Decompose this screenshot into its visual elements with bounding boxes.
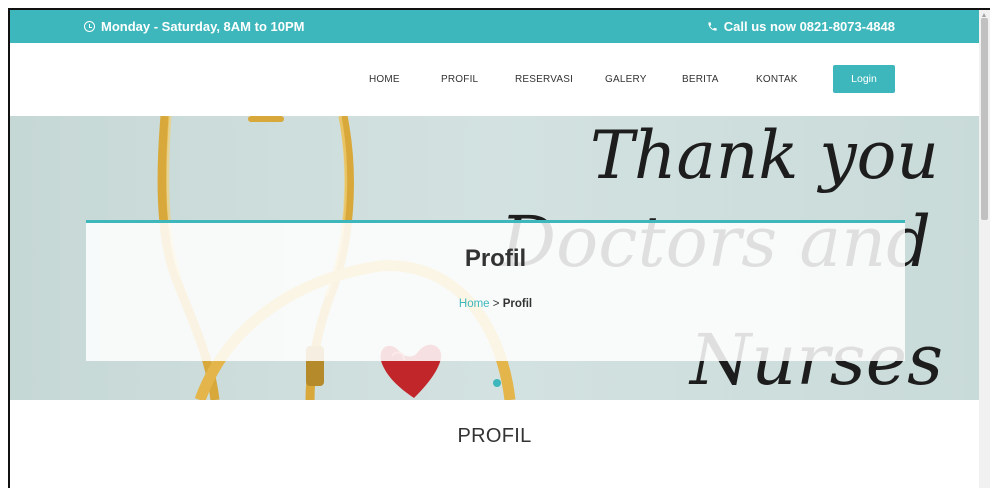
breadcrumb-current: Profil xyxy=(502,298,533,310)
hero-banner: Thank you Doctors and Nurses Profil Home… xyxy=(10,116,979,400)
nav-reservasi[interactable]: RESERVASI xyxy=(515,74,573,85)
scroll-up-arrow-icon[interactable] xyxy=(982,13,986,17)
scrollbar-thumb[interactable] xyxy=(981,18,988,220)
nav-profil[interactable]: PROFIL xyxy=(441,74,478,85)
slider-indicator-dot[interactable] xyxy=(493,379,501,387)
phone-icon xyxy=(708,22,717,31)
breadcrumb-home-link[interactable]: Home xyxy=(459,298,490,310)
phone-contact[interactable]: Call us now 0821-8073-4848 xyxy=(707,19,895,34)
nav-berita[interactable]: BERITA xyxy=(682,74,719,85)
window-frame-top xyxy=(0,0,990,10)
phone-text: Call us now 0821-8073-4848 xyxy=(723,19,895,34)
top-info-bar: Monday - Saturday, 8AM to 10PM Call us n… xyxy=(10,10,979,43)
vertical-scrollbar[interactable] xyxy=(979,10,990,488)
window-frame-left xyxy=(0,8,10,488)
nav-kontak[interactable]: KONTAK xyxy=(756,74,798,85)
clock-icon xyxy=(84,21,95,32)
page-title: Profil xyxy=(464,245,527,272)
nav-galery[interactable]: GALERY xyxy=(605,74,647,85)
page-title-card: Profil Home > Profil xyxy=(86,220,905,361)
breadcrumb: Home > Profil xyxy=(86,298,905,310)
main-navbar: HOME PROFIL RESERVASI GALERY BERITA KONT… xyxy=(10,43,979,116)
login-button[interactable]: Login xyxy=(833,65,895,93)
opening-hours-text: Monday - Saturday, 8AM to 10PM xyxy=(101,19,305,34)
handwriting-line-1: Thank you xyxy=(590,117,939,194)
opening-hours: Monday - Saturday, 8AM to 10PM xyxy=(84,19,304,34)
breadcrumb-separator: > xyxy=(492,298,500,310)
nav-home[interactable]: HOME xyxy=(369,74,400,85)
section-title: PROFIL xyxy=(457,425,532,447)
